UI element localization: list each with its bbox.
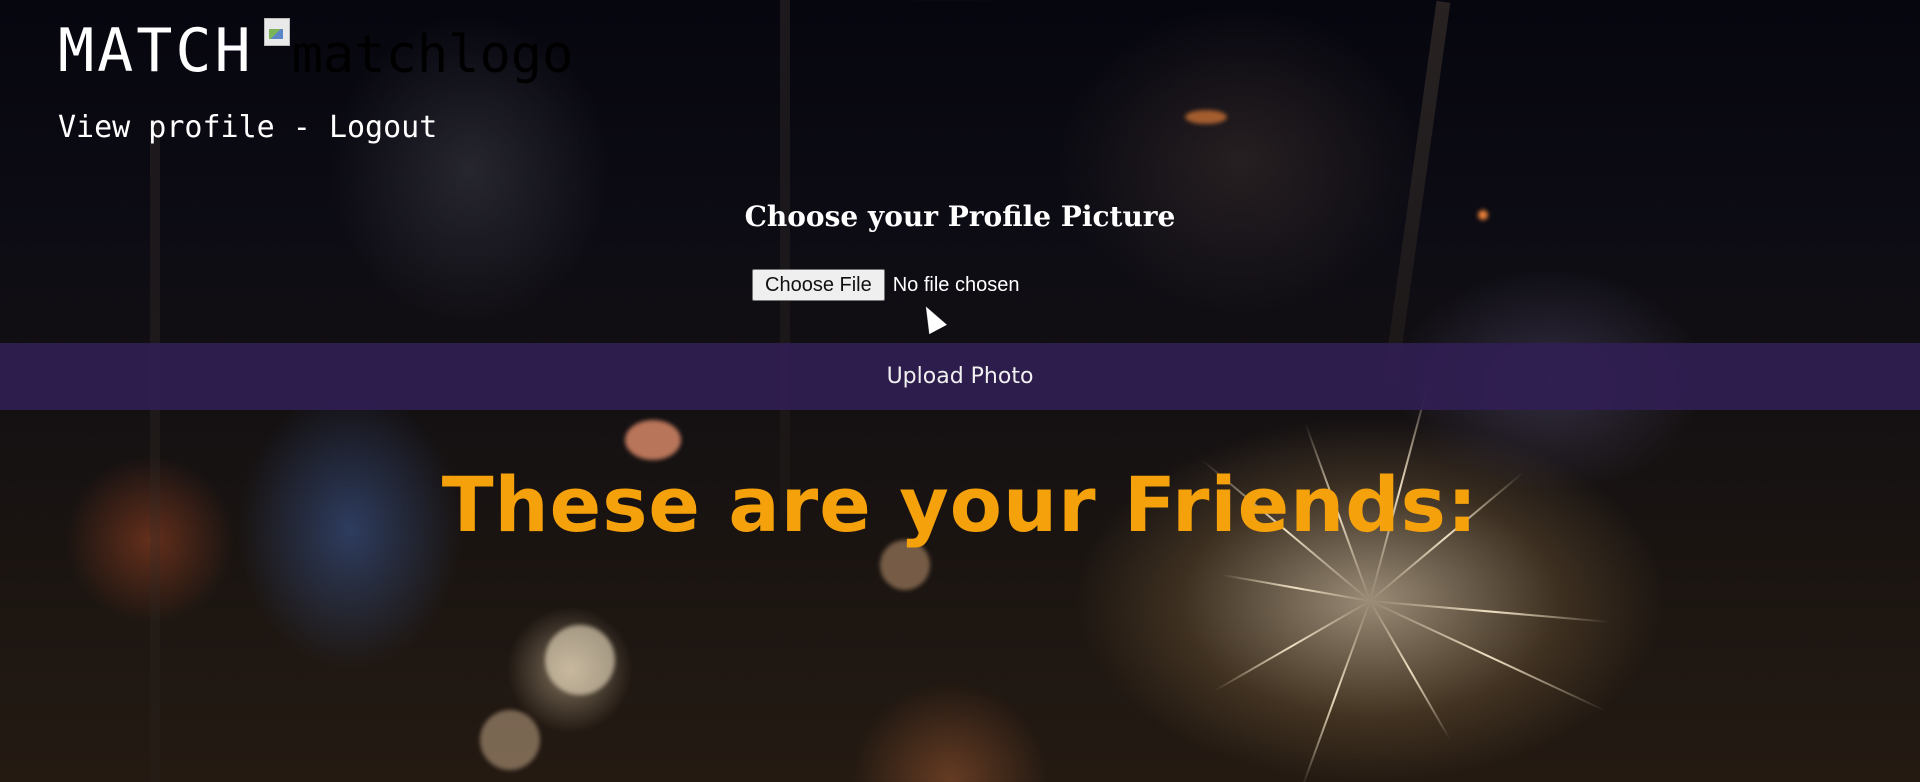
header-nav: View profile - Logout (58, 110, 437, 145)
logo-alt-text: matchlogo (291, 25, 574, 85)
logo-image: matchlogo (263, 18, 574, 85)
file-status: No file chosen (892, 273, 1020, 296)
upload-photo-button[interactable]: Upload Photo (0, 343, 1920, 410)
brand-title: MATCH (58, 16, 254, 86)
brand: MATCH matchlogo (58, 16, 573, 86)
logout-link[interactable]: Logout (329, 110, 437, 145)
upload-heading: Choose your Profile Picture (744, 200, 1176, 233)
choose-file-button[interactable]: Choose File (752, 269, 885, 301)
broken-image-icon (263, 18, 290, 46)
mouse-cursor-icon (917, 301, 947, 335)
view-profile-link[interactable]: View profile (58, 110, 275, 145)
file-input[interactable]: Choose File No file chosen (752, 269, 1019, 301)
friends-heading: These are your Friends: (441, 460, 1479, 549)
nav-separator: - (274, 110, 329, 145)
